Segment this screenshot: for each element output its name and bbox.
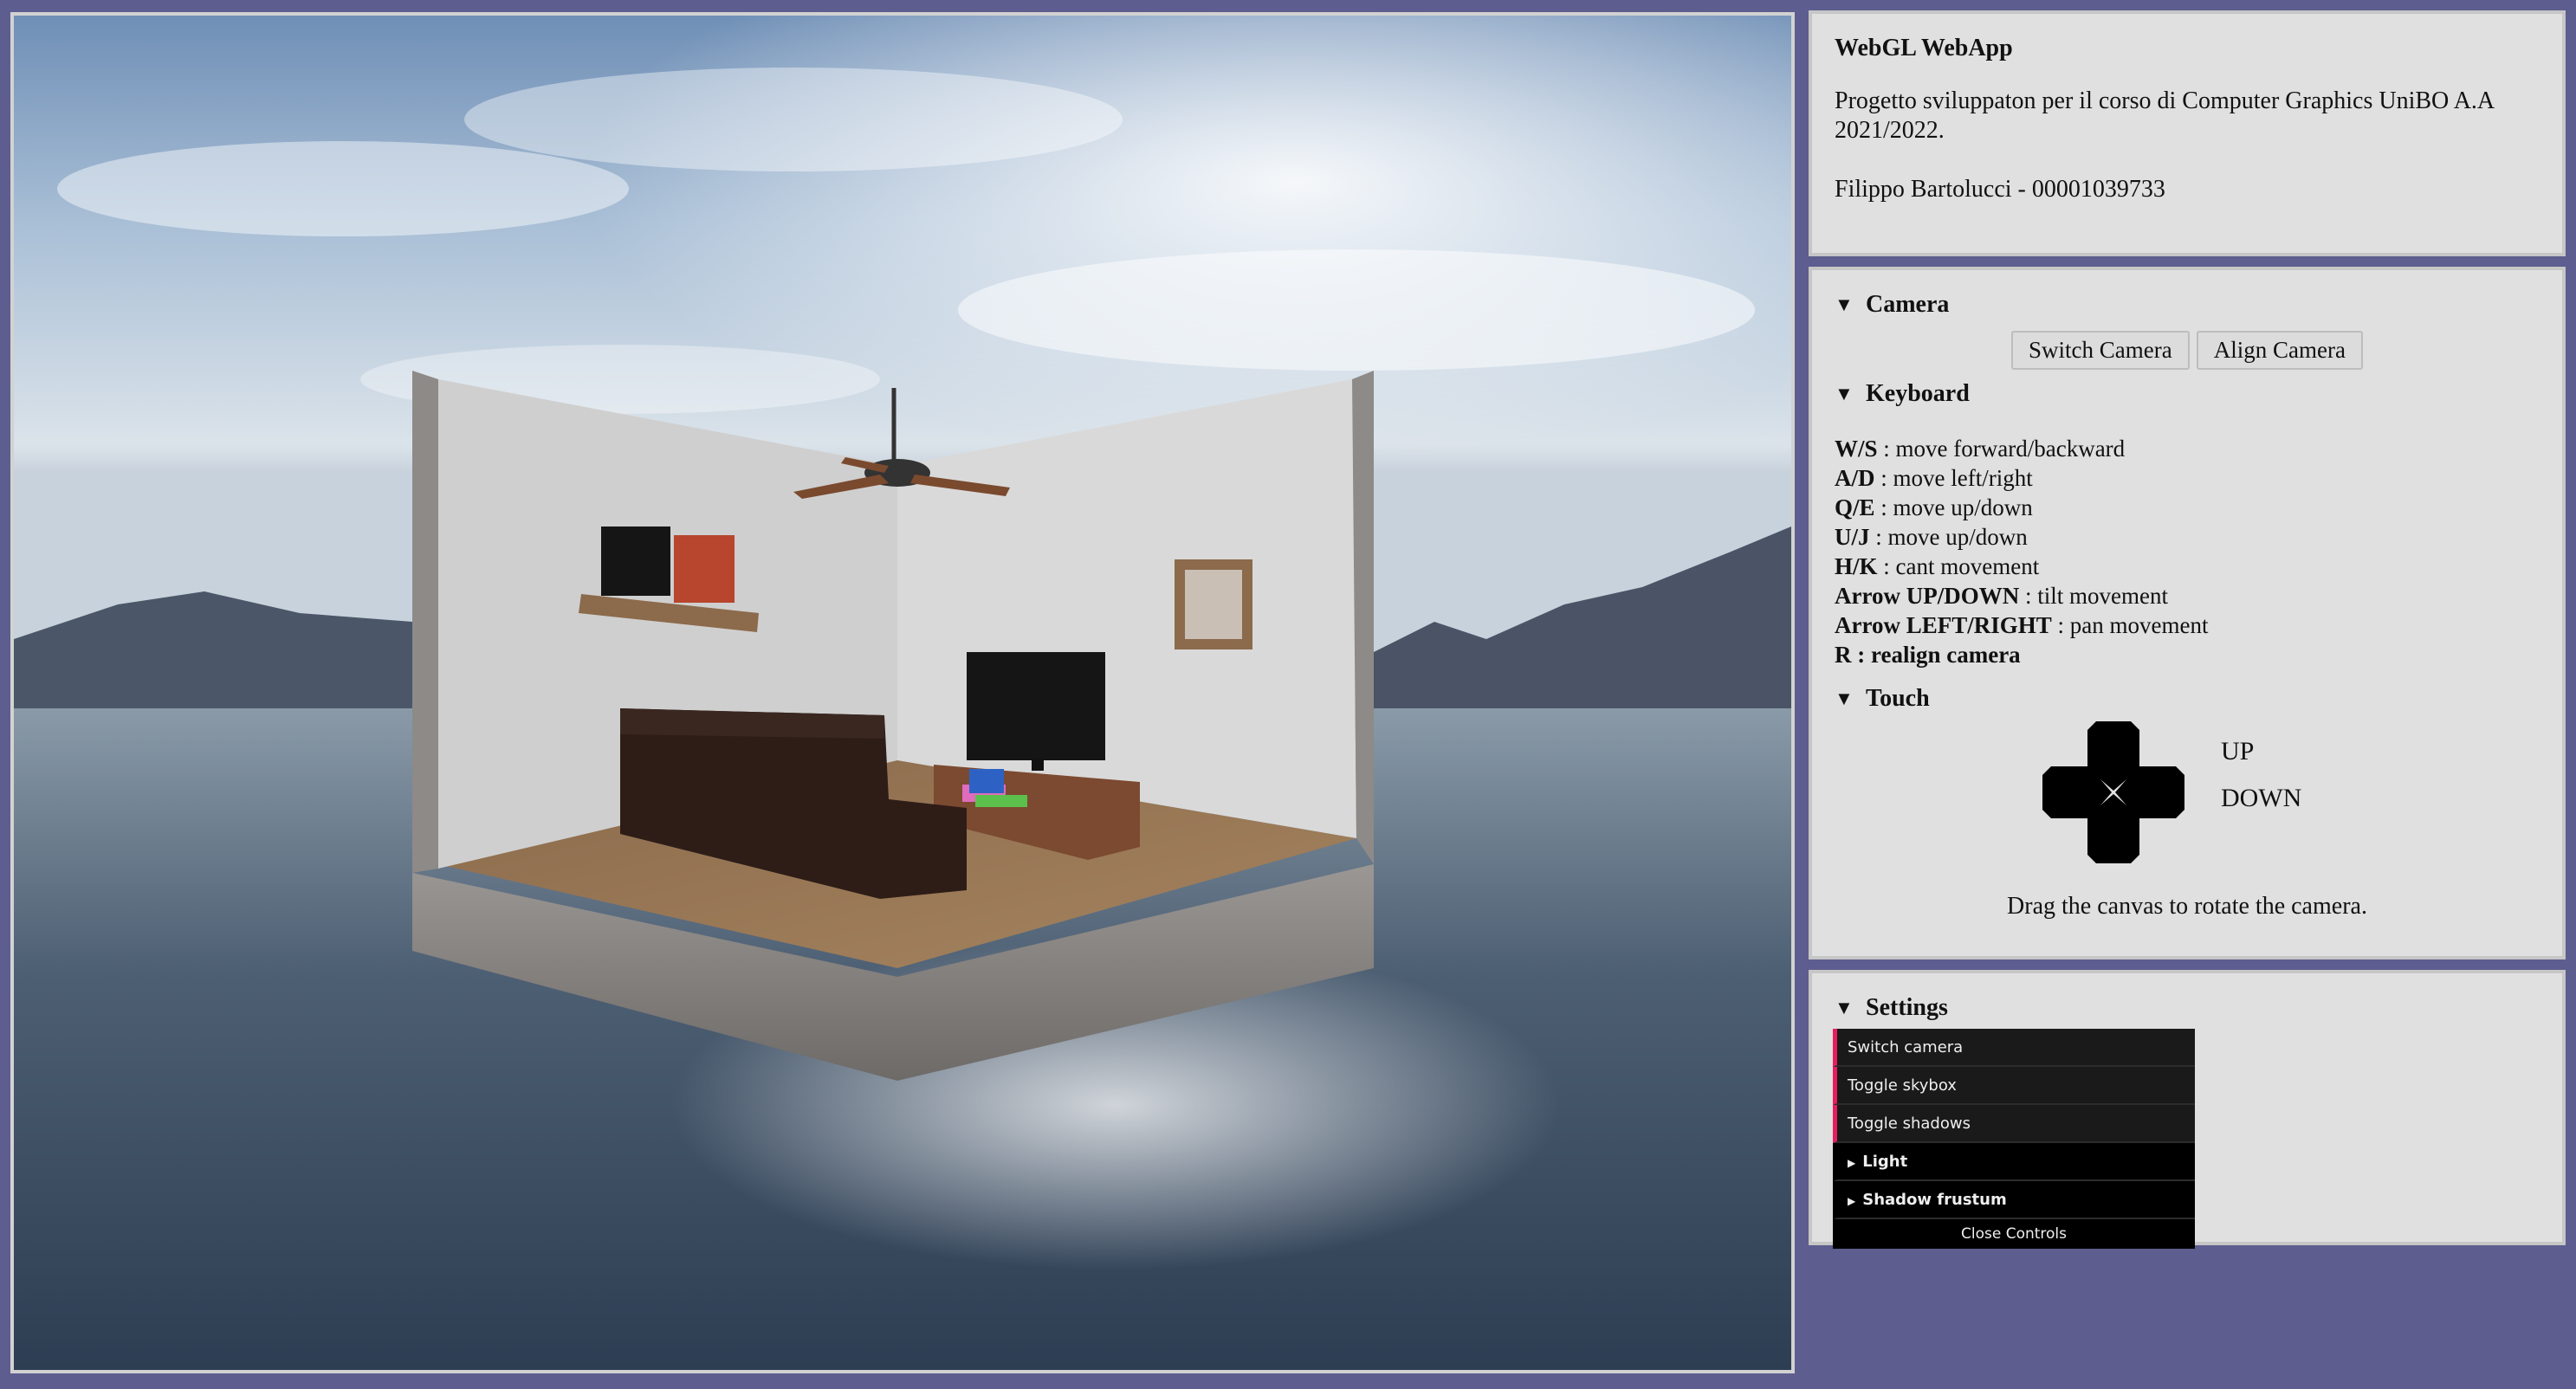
align-camera-button[interactable]: Align Camera xyxy=(2196,331,2363,370)
project-description: Progetto sviluppaton per il corso di Com… xyxy=(1835,87,2494,144)
settings-section-toggle[interactable]: ▼ Settings xyxy=(1835,994,2540,1022)
camera-section-toggle[interactable]: ▼ Camera xyxy=(1835,291,2540,319)
keyboard-help-list: W/S : move forward/backward A/D : move l… xyxy=(1835,434,2540,669)
gui-folder-light[interactable]: ▶ Light xyxy=(1833,1143,2195,1181)
switch-camera-button[interactable]: Switch Camera xyxy=(2011,331,2190,370)
touch-section-toggle[interactable]: ▼ Touch xyxy=(1835,685,2540,713)
gui-folder-shadow-frustum[interactable]: ▶ Shadow frustum xyxy=(1833,1181,2195,1219)
triangle-right-icon: ▶ xyxy=(1848,1157,1856,1169)
key-row: W/S : move forward/backward xyxy=(1835,436,2126,462)
gui-switch-camera[interactable]: Switch camera xyxy=(1833,1029,2195,1067)
key-row: Arrow LEFT/RIGHT : pan movement xyxy=(1835,612,2209,638)
settings-panel: ▼ Settings Switch camera Toggle skybox T… xyxy=(1809,970,2566,1249)
webgl-canvas[interactable] xyxy=(10,12,1795,1373)
touch-up-button[interactable]: UP xyxy=(2221,737,2254,766)
key-row: A/D : move left/right xyxy=(1835,465,2033,491)
dpad-icon[interactable] xyxy=(2042,721,2184,863)
touch-controls: UP DOWN xyxy=(1835,720,2540,893)
keyboard-heading: Keyboard xyxy=(1866,380,1970,407)
key-row: Q/E : move up/down xyxy=(1835,494,2033,520)
settings-heading: Settings xyxy=(1866,994,1948,1021)
gui-controls: Switch camera Toggle skybox Toggle shado… xyxy=(1833,1029,2195,1249)
keyboard-section-toggle[interactable]: ▼ Keyboard xyxy=(1835,380,2540,408)
key-row: H/K : cant movement xyxy=(1835,553,2040,579)
author-line: Filippo Bartolucci - 00001039733 xyxy=(1835,176,2165,203)
touch-heading: Touch xyxy=(1866,685,1930,712)
key-row: R : realign camera xyxy=(1835,642,2021,668)
key-row: U/J : move up/down xyxy=(1835,524,2028,550)
scene-render[interactable] xyxy=(14,16,1791,1370)
close-controls-button[interactable]: Close Controls xyxy=(1833,1219,2195,1249)
gui-toggle-skybox[interactable]: Toggle skybox xyxy=(1833,1067,2195,1105)
triangle-down-icon: ▼ xyxy=(1835,383,1854,404)
info-panel: WebGL WebApp Progetto sviluppaton per il… xyxy=(1809,10,2566,256)
controls-panel: ▼ Camera Switch Camera Align Camera ▼ Ke… xyxy=(1809,267,2566,959)
triangle-right-icon: ▶ xyxy=(1848,1195,1856,1207)
drag-hint: Drag the canvas to rotate the camera. xyxy=(2007,893,2367,920)
triangle-down-icon: ▼ xyxy=(1835,688,1854,709)
gui-toggle-shadows[interactable]: Toggle shadows xyxy=(1833,1105,2195,1143)
triangle-down-icon: ▼ xyxy=(1835,294,1854,315)
camera-heading: Camera xyxy=(1866,291,1950,318)
key-row: Arrow UP/DOWN : tilt movement xyxy=(1835,583,2168,609)
app-title: WebGL WebApp xyxy=(1835,35,2013,61)
triangle-down-icon: ▼ xyxy=(1835,997,1854,1018)
camera-buttons: Switch Camera Align Camera xyxy=(1835,331,2540,370)
touch-down-button[interactable]: DOWN xyxy=(2221,784,2301,813)
